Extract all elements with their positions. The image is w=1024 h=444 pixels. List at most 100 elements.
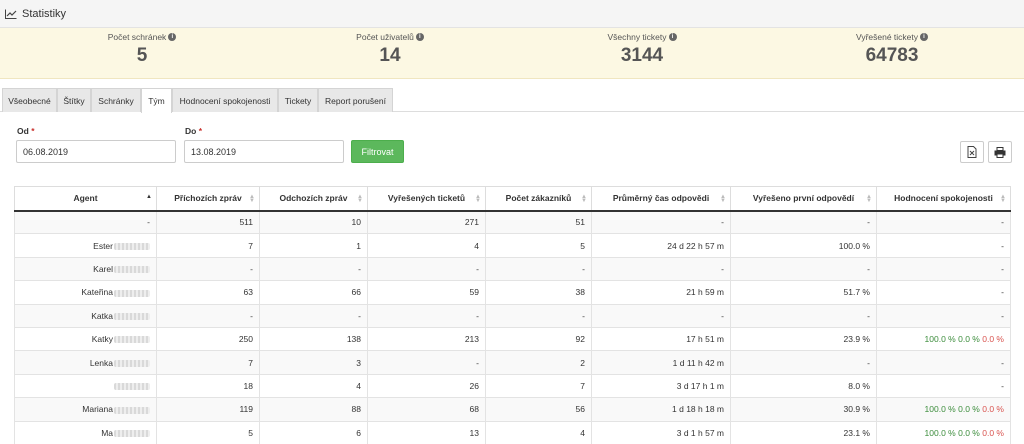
- info-icon[interactable]: i: [168, 33, 177, 41]
- cell-avg-time: 24 d 22 h 57 m: [591, 233, 731, 258]
- column-header-customers[interactable]: Počet zákazníků ▲ ▼: [485, 186, 592, 212]
- line-chart-icon: [5, 9, 17, 19]
- table-body: -511 10 271 51- - - Ester 7 1 4 5 24 d 22 h 57 m 100…: [14, 209, 1011, 444]
- to-label: Do *: [185, 126, 203, 136]
- tab-violation-report[interactable]: Report porušení: [318, 88, 393, 112]
- export-excel-button[interactable]: [960, 141, 984, 163]
- redacted-surname: [114, 429, 150, 437]
- column-header-resolved[interactable]: Vyřešených ticketů ▲ ▼: [367, 186, 486, 212]
- stat-resolved-tickets: Vyřešené tickety i 64783: [764, 32, 1020, 67]
- column-header-satisfaction[interactable]: Hodnocení spokojenosti ▲ ▼: [876, 186, 1011, 212]
- cell-resolved: -: [367, 350, 486, 375]
- cell-first-reply: -: [730, 303, 877, 328]
- team-stats-table: Agent ▲ Příchozích zpráv ▲ ▼ Odchozích zprá…: [14, 186, 1011, 444]
- cell-incoming: 5: [156, 420, 260, 444]
- cell-incoming: 250: [156, 326, 260, 352]
- satisfaction-neutral: 0.0 %: [958, 334, 980, 345]
- cell-resolved: -: [367, 256, 486, 282]
- cell-outgoing: 6: [259, 420, 368, 444]
- cell-resolved: 13: [367, 420, 486, 444]
- sort-icon: ▲ ▼: [249, 194, 255, 204]
- redacted-surname: [114, 336, 150, 344]
- cell-customers: 56: [485, 397, 592, 422]
- redacted-surname: [114, 406, 150, 414]
- cell-avg-time: -: [591, 256, 731, 282]
- agent-cell: Lenka: [14, 350, 157, 375]
- tab-satisfaction[interactable]: Hodnocení spokojenosti: [172, 88, 278, 112]
- satisfaction-negative: 0.0 %: [982, 334, 1004, 345]
- table-row: Karel - - - - - - -: [14, 256, 1011, 282]
- page-title: Statistiky: [22, 7, 67, 20]
- cell-avg-time: 3 d 1 h 57 m: [591, 420, 731, 444]
- sort-asc-icon: ▲: [146, 194, 152, 200]
- cell-first-reply: 8.0 %: [730, 373, 877, 399]
- satisfaction-neutral: 0.0 %: [958, 404, 980, 415]
- sort-icon: ▲ ▼: [866, 194, 872, 204]
- cell-outgoing: 138: [259, 326, 368, 352]
- agent-cell: Mariana: [14, 397, 157, 422]
- stat-value: 3144: [620, 45, 664, 66]
- cell-incoming: -: [156, 256, 260, 282]
- cell-satisfaction: -: [876, 303, 1011, 328]
- cell-customers: 5: [485, 233, 592, 258]
- cell-resolved: 59: [367, 280, 486, 305]
- satisfaction-positive: 100.0 %: [924, 404, 956, 415]
- column-header-agent[interactable]: Agent ▲: [14, 186, 157, 212]
- tab-bar: Všeobecné Štítky Schránky Tým Hodnocení …: [0, 88, 1024, 113]
- stat-label: Vyřešené tickety: [855, 32, 919, 42]
- cell-outgoing: 10: [259, 209, 368, 235]
- agent-cell: Ester: [14, 233, 157, 258]
- tab-general[interactable]: Všeobecné: [2, 88, 57, 112]
- cell-incoming: 7: [156, 350, 260, 375]
- table-row: Ester 7 1 4 5 24 d 22 h 57 m 100.0 % -: [14, 233, 1011, 258]
- cell-satisfaction: -: [876, 350, 1011, 375]
- print-button[interactable]: [988, 141, 1012, 163]
- tab-labels[interactable]: Štítky: [57, 88, 91, 112]
- cell-incoming: -: [156, 303, 260, 328]
- cell-incoming: 18: [156, 373, 260, 399]
- to-date-input[interactable]: [184, 140, 344, 163]
- tab-mailboxes[interactable]: Schránky: [91, 88, 141, 112]
- cell-resolved: 26: [367, 373, 486, 399]
- table-row: -511 10 271 51- - -: [14, 209, 1011, 235]
- cell-resolved: -: [367, 303, 486, 328]
- satisfaction-positive: 100.0 %: [924, 427, 956, 438]
- satisfaction-negative: 0.0 %: [982, 404, 1004, 415]
- sort-icon: ▲ ▼: [581, 194, 587, 204]
- stat-label: Počet uživatelů: [356, 32, 414, 42]
- cell-incoming: 63: [156, 280, 260, 305]
- table-row: Lenka 7 3-2 1 d 11 h 42 m--: [14, 350, 1011, 375]
- filter-button[interactable]: Filtrovat: [351, 140, 404, 163]
- from-date-input[interactable]: [16, 140, 176, 163]
- redacted-surname: [114, 266, 150, 274]
- info-icon[interactable]: i: [920, 33, 929, 41]
- agent-cell: Katka: [14, 303, 157, 328]
- cell-first-reply: -: [730, 350, 877, 375]
- cell-resolved: 213: [367, 326, 486, 352]
- cell-avg-time: -: [591, 209, 731, 235]
- cell-resolved: 271: [367, 209, 486, 235]
- cell-customers: -: [485, 256, 592, 282]
- redacted-surname: [114, 383, 150, 391]
- stat-value: 64783: [865, 45, 919, 66]
- cell-first-reply: 23.9 %: [730, 326, 877, 352]
- cell-incoming: 119: [156, 397, 260, 422]
- cell-first-reply: 23.1 %: [730, 420, 877, 444]
- table-header-row: Agent ▲ Příchozích zpráv ▲ ▼ Odchozích zprá…: [14, 186, 1011, 212]
- column-header-avg-time[interactable]: Průměrný čas odpovědi ▲ ▼: [591, 186, 731, 212]
- cell-satisfaction: 100.0 % 0.0 % 0.0 %: [876, 420, 1011, 444]
- agent-cell: Kateřina: [14, 280, 157, 305]
- column-header-first-reply[interactable]: Vyřešeno první odpovědí ▲ ▼: [730, 186, 877, 212]
- cell-first-reply: 30.9 %: [730, 397, 877, 422]
- printer-icon: [994, 146, 1006, 158]
- tab-tickets[interactable]: Tickety: [278, 88, 318, 112]
- cell-avg-time: 3 d 17 h 1 m: [591, 373, 731, 399]
- redacted-surname: [114, 359, 150, 367]
- info-icon[interactable]: i: [415, 33, 424, 41]
- tab-team[interactable]: Tým: [141, 88, 172, 113]
- info-icon[interactable]: i: [668, 33, 677, 41]
- cell-customers: 51: [485, 209, 592, 235]
- column-header-incoming[interactable]: Příchozích zpráv ▲ ▼: [156, 186, 260, 212]
- column-header-outgoing[interactable]: Odchozích zpráv ▲ ▼: [259, 186, 368, 212]
- stat-mailboxes: Počet schránek i 5: [14, 32, 270, 67]
